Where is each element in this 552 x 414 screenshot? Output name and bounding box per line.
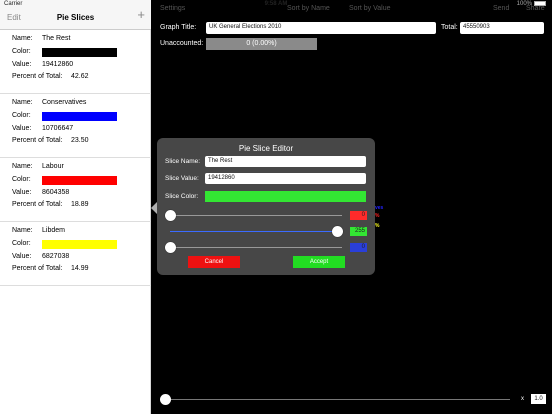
percent-label: Percent of Total: [12,137,63,144]
color-swatch [42,176,117,185]
slice-list-item[interactable]: Name: Conservatives Color: Value: 107066… [0,94,151,158]
green-slider-track [170,231,342,232]
editor-title: Pie Slice Editor [238,144,294,153]
slice-name-label: Slice Name: [165,158,201,165]
slice-name-input[interactable]: The Rest [205,156,366,167]
zoom-value-field[interactable]: 1.0 [531,394,546,404]
color-swatch [42,48,117,57]
slice-list-panel: Edit Pie Slices + Name: The Rest Color: … [0,0,151,414]
blue-value-box[interactable]: 0 [350,243,367,252]
battery-indicator: 100% [517,1,546,7]
blue-slider-knob[interactable] [165,242,176,253]
pie-slice-editor: Pie Slice Editor Slice Name: The Rest Sl… [151,138,375,275]
name-label: Name: [12,35,33,42]
slice-list-item[interactable]: Name: The Rest Color: Value: 19412860 Pe… [0,30,151,94]
slice-value: 19412860 [42,61,74,68]
popover-arrow [151,202,157,214]
graph-title-input[interactable]: UK General Elections 2010 [206,22,436,34]
color-label: Color: [12,112,31,119]
blue-slider-track [170,247,342,248]
slice-value-input[interactable]: 19412860 [205,173,366,184]
percent-label: Percent of Total: [12,201,63,208]
total-input[interactable]: 45550903 [460,22,544,34]
slice-percent: 18.89 [71,201,89,208]
percent-label: Percent of Total: [12,73,63,80]
slice-value: 10706647 [42,125,74,132]
color-swatch [42,112,117,121]
slice-name: The Rest [42,35,71,42]
color-label: Color: [12,48,31,55]
slice-color-preview [205,191,366,202]
slice-name: Labour [42,163,64,170]
graph-title-label: Graph Title: [160,24,197,31]
red-slider-track [170,215,342,216]
color-swatch [42,240,117,249]
legend-peek-yellow: % [375,223,380,229]
slice-percent: 14.99 [71,265,89,272]
slice-value-label: Slice Value: [165,175,199,182]
slice-list-item[interactable]: Name: Libdem Color: Value: 6827038 Perce… [0,222,151,286]
green-value-box[interactable]: 255 [350,227,367,236]
color-label: Color: [12,240,31,247]
green-slider-knob[interactable] [332,226,343,237]
status-bar: Carrier 9:58 AM 100% [0,0,552,10]
zoom-x-label: x [521,396,524,402]
name-label: Name: [12,227,33,234]
value-label: Value: [12,125,32,132]
slice-percent: 42.62 [71,73,89,80]
name-label: Name: [12,99,33,106]
cancel-button[interactable]: Cancel [188,256,240,268]
slice-percent: 23.50 [71,137,89,144]
red-slider-knob[interactable] [165,210,176,221]
unaccounted-label: Unaccounted: [160,40,204,47]
value-label: Value: [12,61,32,68]
slice-name: Conservatives [42,99,87,106]
slice-color-label: Slice Color: [165,193,199,200]
slice-value: 6827038 [42,253,70,260]
slice-list-item[interactable]: Name: Labour Color: Value: 8604358 Perce… [0,158,151,222]
value-label: Value: [12,253,32,260]
accept-button[interactable]: Accept [293,256,345,268]
slice-value: 8604358 [42,189,70,196]
clock: 9:58 AM [264,1,288,7]
red-value-box[interactable]: 0 [350,211,367,220]
legend-peek-blue: ves [375,205,384,211]
value-label: Value: [12,189,32,196]
zoom-slider-track [160,399,510,400]
percent-label: Percent of Total: [12,265,63,272]
unaccounted-value: 0 (0.00%) [206,38,317,50]
sidebar-title: Pie Slices [56,13,95,22]
battery-icon [534,1,546,6]
legend-peek-red: % [375,213,380,219]
zoom-slider-knob[interactable] [160,394,171,405]
total-label: Total: [441,24,458,31]
color-label: Color: [12,176,31,183]
name-label: Name: [12,163,33,170]
slice-name: Libdem [42,227,65,234]
